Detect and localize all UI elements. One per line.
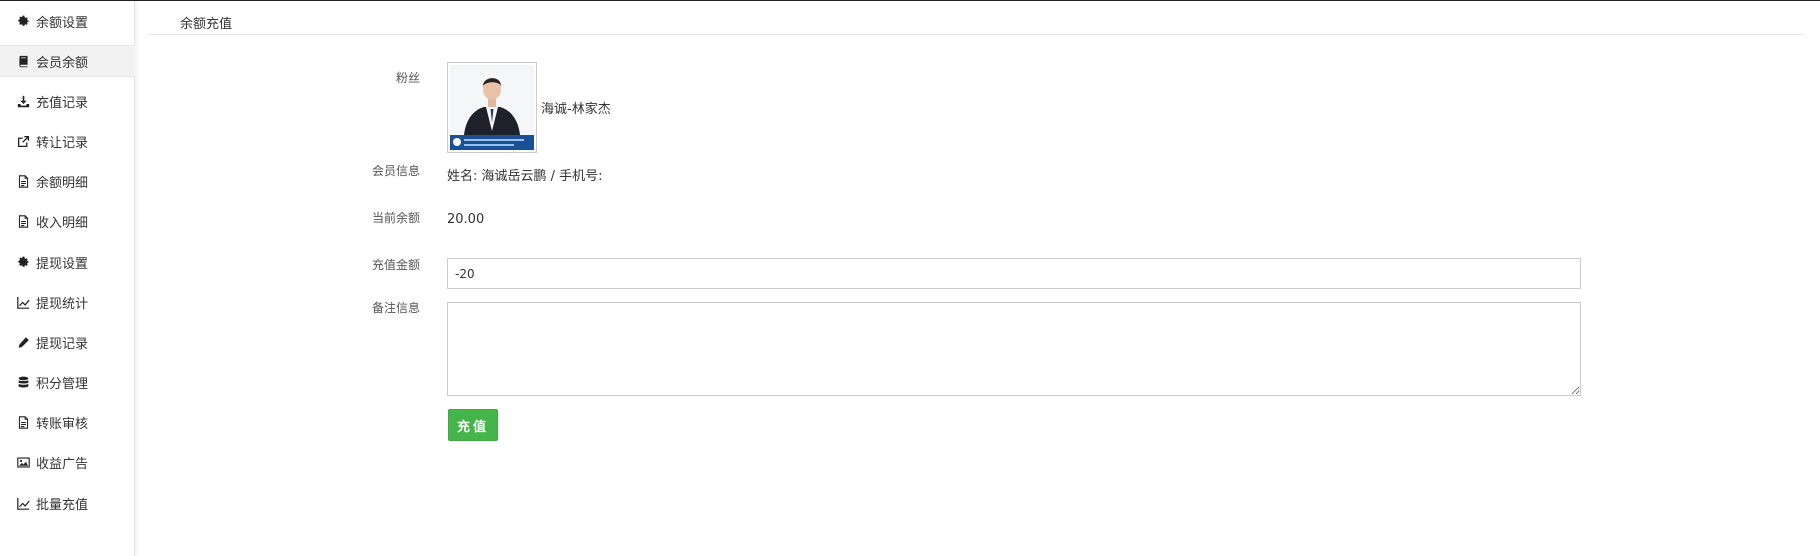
sidebar-item-transfer-records[interactable]: 转让记录	[0, 125, 135, 157]
sidebar-item-label: 会员余额	[36, 55, 89, 71]
sidebar-item-withdraw-settings[interactable]: 提现设置	[0, 246, 135, 278]
database-icon	[16, 375, 30, 389]
external-link-icon	[16, 134, 30, 148]
sidebar-item-label: 转让记录	[36, 135, 89, 151]
fan-label: 粉丝	[395, 71, 420, 85]
page-title: 余额充值	[180, 17, 233, 32]
sidebar-item-label: 积分管理	[36, 376, 89, 392]
sidebar-item-label: 收益广告	[36, 456, 89, 472]
line-chart-icon	[16, 295, 30, 309]
balance-label: 当前余额	[371, 211, 420, 225]
member-info-value: 姓名: 海诚岳云鹏 / 手机号:	[447, 169, 603, 184]
sidebar-item-recharge-records[interactable]: 充值记录	[0, 85, 135, 117]
sidebar-item-income-details[interactable]: 收入明细	[0, 205, 135, 237]
page-header: 余额充值	[148, 1, 1804, 35]
line-chart-icon	[16, 496, 30, 510]
amount-label: 充值金额	[371, 258, 420, 272]
sidebar-item-label: 充值记录	[36, 95, 89, 111]
sidebar-item-member-balance[interactable]: 会员余额	[0, 45, 135, 77]
sidebar-item-label: 余额设置	[36, 15, 89, 31]
current-balance: 20.00	[447, 212, 485, 227]
sidebar-item-batch-recharge[interactable]: 批量充值	[0, 487, 135, 519]
main-content: 余额充值 粉丝 海诚-林家杰 会员信息 姓名: 海诚岳云鹏 / 手机号: 当前余…	[148, 1, 1808, 556]
sidebar-item-label: 收入明细	[36, 215, 89, 231]
sidebar-item-label: 提现统计	[36, 296, 89, 312]
sidebar-item-withdraw-stats[interactable]: 提现统计	[0, 286, 135, 318]
pencil-icon	[16, 335, 30, 349]
sidebar-item-balance-settings[interactable]: 余额设置	[0, 5, 135, 37]
sidebar-item-label: 批量充值	[36, 497, 89, 513]
sidebar-item-label: 提现记录	[36, 336, 89, 352]
remark-label: 备注信息	[371, 301, 420, 315]
image-icon	[16, 455, 30, 469]
document-icon	[16, 174, 30, 188]
document-icon	[16, 214, 30, 228]
gear-icon	[16, 14, 30, 28]
sidebar-item-label: 转账审核	[36, 416, 89, 432]
sidebar: 余额设置 会员余额 充值记录 转让记录 余额明细 收入明细 提现设置 提现统计 …	[0, 1, 135, 556]
member-info-label: 会员信息	[371, 164, 420, 178]
document-icon	[16, 415, 30, 429]
download-icon	[16, 94, 30, 108]
sidebar-item-transfer-review[interactable]: 转账审核	[0, 406, 135, 438]
sidebar-item-points[interactable]: 积分管理	[0, 366, 135, 398]
recharge-amount-input[interactable]	[447, 258, 1581, 289]
sidebar-item-revenue-ads[interactable]: 收益广告	[0, 446, 135, 478]
sidebar-item-label: 提现设置	[36, 256, 89, 272]
book-icon	[16, 54, 30, 68]
sidebar-item-withdraw-records[interactable]: 提现记录	[0, 326, 135, 358]
sidebar-item-balance-details[interactable]: 余额明细	[0, 165, 135, 197]
fan-avatar	[447, 62, 537, 153]
gear-icon	[16, 255, 30, 269]
sidebar-item-label: 余额明细	[36, 175, 89, 191]
fan-nickname: 海诚-林家杰	[541, 102, 611, 117]
remark-textarea[interactable]	[447, 302, 1581, 396]
recharge-submit-button[interactable]: 充值	[448, 409, 498, 441]
